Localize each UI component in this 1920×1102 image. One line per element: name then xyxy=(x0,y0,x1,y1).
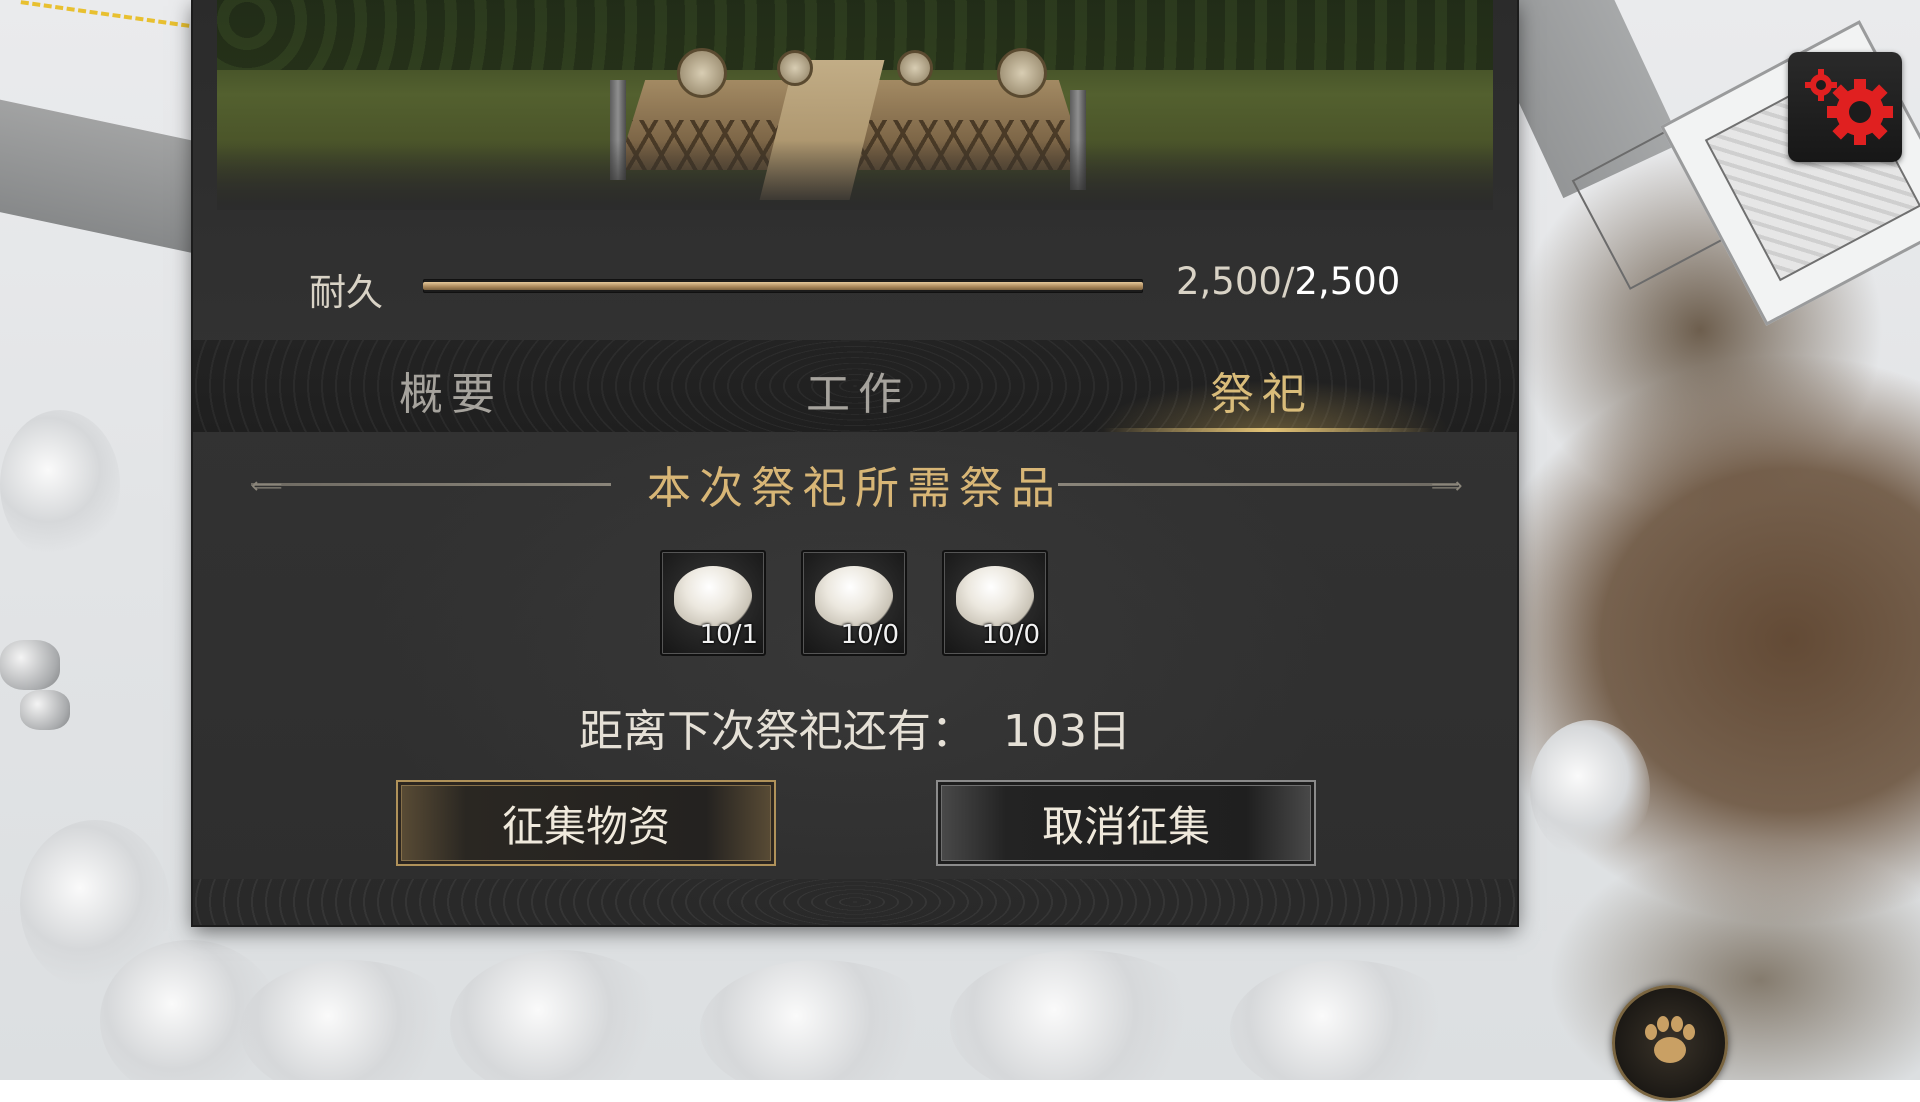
rice-icon xyxy=(956,566,1034,626)
offering-quantity: 10/0 xyxy=(981,620,1040,650)
offering-slot[interactable]: 10/1 xyxy=(660,550,766,656)
settings-button[interactable] xyxy=(1788,52,1902,162)
tab-work[interactable]: 工作 xyxy=(806,358,910,422)
offering-slot[interactable]: 10/0 xyxy=(801,550,907,656)
durability-bar-fill xyxy=(423,282,1143,290)
panel-footer-ornament xyxy=(193,879,1517,925)
tab-sacrifice[interactable]: 祭祀 xyxy=(1210,358,1314,422)
active-tab-indicator xyxy=(1103,428,1433,432)
offering-quantity: 10/1 xyxy=(699,620,758,650)
snow-tree xyxy=(1530,720,1650,860)
gear-icon xyxy=(1805,69,1893,145)
offering-items: 10/1 10/0 10/0 xyxy=(660,550,1060,656)
durability-current: 2,500 xyxy=(1176,260,1282,303)
durability-max: 2,500 xyxy=(1294,260,1401,303)
beast-button[interactable] xyxy=(1612,985,1728,1101)
building-preview-image xyxy=(217,0,1493,210)
offering-slot[interactable]: 10/0 xyxy=(942,550,1048,656)
durability-separator: / xyxy=(1281,260,1295,303)
durability-label: 耐久 xyxy=(309,271,383,314)
snow-tree xyxy=(450,950,670,1080)
tab-bar: 概要 工作 祭祀 xyxy=(193,340,1517,432)
cancel-collection-button[interactable]: 取消征集 xyxy=(936,780,1316,866)
paw-icon xyxy=(1645,1016,1695,1063)
durability-bar xyxy=(423,279,1143,293)
map-route-line xyxy=(20,0,190,28)
collect-supplies-button[interactable]: 征集物资 xyxy=(396,780,776,866)
rice-icon xyxy=(815,566,893,626)
offerings-title: 本次祭祀所需祭品 xyxy=(647,463,1063,514)
rice-icon xyxy=(674,566,752,626)
snow-rock xyxy=(20,690,70,730)
snow-tree xyxy=(1230,960,1460,1080)
durability-row: 耐久 2,500/2,500 xyxy=(193,248,1517,318)
snow-rock xyxy=(0,640,60,690)
offering-quantity: 10/0 xyxy=(840,620,899,650)
snow-tree xyxy=(0,410,120,560)
snow-tree xyxy=(700,960,940,1080)
snow-tree xyxy=(950,950,1210,1080)
next-sacrifice-countdown: 距离下次祭祀还有： 103日 xyxy=(579,706,1131,757)
building-panel: 耐久 2,500/2,500 概要 工作 祭祀 ⟸ ⟹ 本次祭祀所需祭品 10/… xyxy=(193,0,1517,925)
durability-value: 2,500/2,500 xyxy=(1176,260,1400,303)
snow-tree xyxy=(240,960,460,1080)
tab-overview[interactable]: 概要 xyxy=(399,358,503,422)
